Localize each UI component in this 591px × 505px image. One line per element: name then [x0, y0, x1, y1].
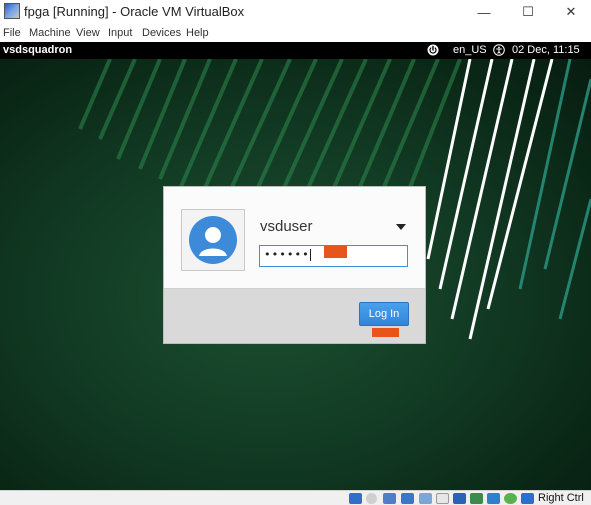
shared-folders-icon[interactable]: [436, 493, 449, 504]
menu-view[interactable]: View: [76, 27, 100, 39]
video-capture-icon[interactable]: [470, 493, 483, 504]
guest-hostname: vsdsquadron: [3, 44, 73, 56]
redaction-mark: [324, 246, 347, 258]
minimize-button[interactable]: —: [461, 0, 507, 24]
password-mask: ••••••: [264, 248, 310, 261]
usb-icon[interactable]: [419, 493, 432, 504]
maximize-button[interactable]: ☐: [505, 0, 551, 24]
redaction-mark: [372, 328, 399, 337]
audio-icon[interactable]: [383, 493, 396, 504]
window-title: fpga [Running] - Oracle VM VirtualBox: [24, 4, 245, 19]
network-icon[interactable]: [401, 493, 414, 504]
hard-disk-icon[interactable]: [349, 493, 362, 504]
menu-input[interactable]: Input: [108, 27, 132, 39]
cpu-icon[interactable]: [487, 493, 500, 504]
vm-status-bar: Right Ctrl: [0, 490, 591, 505]
accessibility-icon[interactable]: [493, 44, 505, 56]
display-icon[interactable]: [453, 493, 466, 504]
mouse-integration-icon[interactable]: [504, 493, 517, 504]
text-caret: [309, 249, 311, 261]
window-titlebar: fpga [Running] - Oracle VM VirtualBox — …: [0, 0, 591, 24]
login-dialog-upper: vsduser ••••••: [164, 187, 425, 289]
host-key-label: Right Ctrl: [538, 492, 584, 504]
user-avatar-icon: [189, 216, 237, 264]
avatar: [181, 209, 245, 271]
username-label[interactable]: vsduser: [260, 218, 313, 235]
power-icon[interactable]: [427, 44, 439, 56]
keyboard-capture-icon[interactable]: [521, 493, 534, 504]
login-button[interactable]: Log In: [359, 302, 409, 326]
optical-drive-icon[interactable]: [366, 493, 377, 504]
virtualbox-app-icon: [4, 3, 20, 19]
clock[interactable]: 02 Dec, 11:15: [512, 44, 580, 56]
guest-top-panel: vsdsquadron en_US 02 Dec, 11:15: [0, 42, 591, 59]
keyboard-layout[interactable]: en_US: [453, 44, 487, 56]
chevron-down-icon[interactable]: [395, 221, 407, 233]
menu-bar: File Machine View Input Devices Help: [0, 24, 591, 42]
login-dialog: vsduser •••••• Log In: [163, 186, 426, 344]
menu-help[interactable]: Help: [186, 27, 209, 39]
menu-machine[interactable]: Machine: [29, 27, 71, 39]
menu-devices[interactable]: Devices: [142, 27, 181, 39]
menu-file[interactable]: File: [3, 27, 21, 39]
close-button[interactable]: ✕: [548, 0, 591, 24]
